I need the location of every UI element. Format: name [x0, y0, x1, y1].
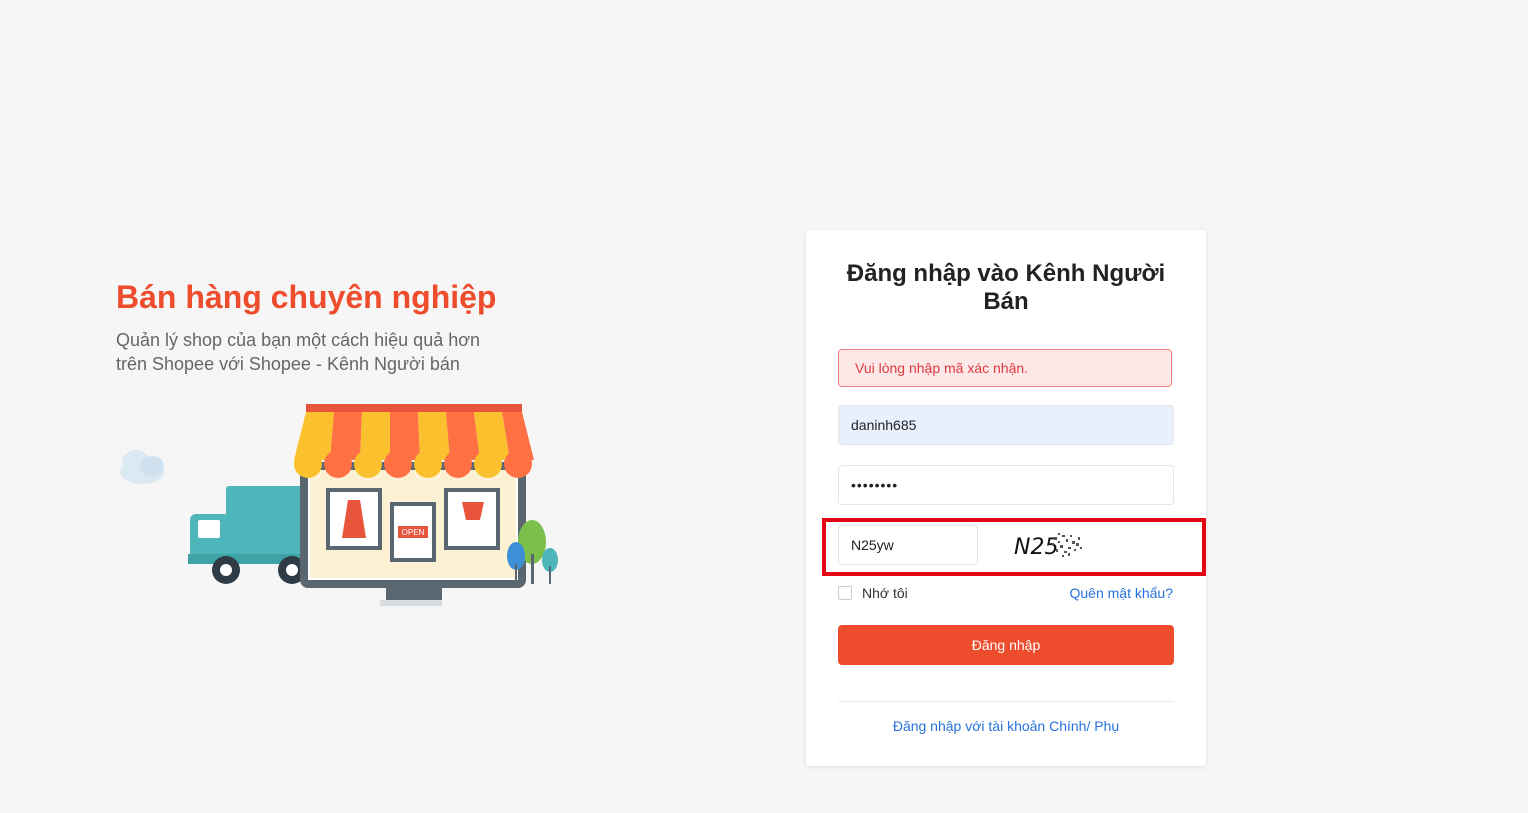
sub-account-login-link[interactable]: Đăng nhập với tài khoản Chính/ Phụ — [806, 718, 1206, 734]
shop-icon: OPEN — [294, 404, 534, 606]
promo-title: Bán hàng chuyên nghiệp — [116, 279, 497, 315]
truck-icon — [188, 486, 312, 584]
remember-me-label: Nhớ tôi — [862, 585, 908, 601]
login-card: Đăng nhập vào Kênh Người Bán Vui lòng nh… — [806, 230, 1206, 766]
shop-illustration: OPEN — [120, 404, 558, 606]
forgot-password-link[interactable]: Quên mật khẩu? — [1069, 585, 1173, 601]
error-alert: Vui lòng nhập mã xác nhận. — [838, 349, 1172, 387]
promo-section: Bán hàng chuyên nghiệp Quản lý shop của … — [116, 278, 576, 376]
captcha-input[interactable] — [838, 525, 978, 565]
open-sign: OPEN — [402, 528, 425, 537]
captcha-row: N25 — [838, 525, 1174, 565]
login-button[interactable]: Đăng nhập — [838, 625, 1174, 665]
cloud-icon — [120, 450, 164, 484]
username-input[interactable] — [838, 405, 1174, 445]
login-title: Đăng nhập vào Kênh Người Bán — [846, 260, 1166, 315]
captcha-text: N25 — [1014, 535, 1058, 560]
captcha-image[interactable]: N25 — [1010, 529, 1090, 561]
checkbox-box[interactable] — [838, 586, 852, 600]
remember-me-checkbox[interactable]: Nhớ tôi — [838, 584, 908, 602]
promo-subtitle: Quản lý shop của bạn một cách hiệu quả h… — [116, 330, 481, 374]
login-page: Bán hàng chuyên nghiệp Quản lý shop của … — [0, 0, 1528, 813]
password-input[interactable] — [838, 465, 1174, 505]
divider — [838, 701, 1174, 702]
